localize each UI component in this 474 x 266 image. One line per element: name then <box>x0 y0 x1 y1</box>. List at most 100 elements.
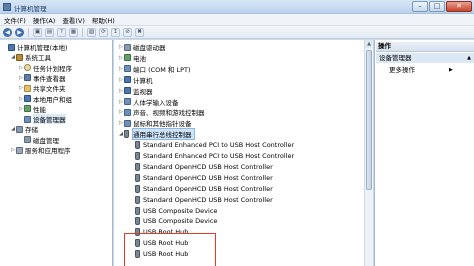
tree-item-label: 本地用户和组 <box>33 95 72 104</box>
more-actions-label: 更多操作 <box>389 66 415 74</box>
nav-tree-item[interactable]: ▷ 事件查看器 <box>18 73 66 83</box>
usb-icon <box>135 152 140 160</box>
properties-icon[interactable]: ▧ <box>87 27 96 37</box>
more-actions-item[interactable]: 更多操作 ▶ <box>389 65 453 75</box>
tree-item-label: Standard OpenHCD USB Host Controller <box>143 173 273 182</box>
tree-item-label: 服务和应用程序 <box>25 147 71 155</box>
tree-item-label: Standard Enhanced PCI to USB Host Contro… <box>143 152 295 160</box>
device-tree-item[interactable]: ▷ 计算机 <box>118 75 153 85</box>
nav-tree-item[interactable]: ▷ 性能 <box>18 104 46 114</box>
menu-view[interactable]: 查看(V) <box>62 15 85 25</box>
device-tree-item[interactable]: Standard OpenHCD USB Host Controller <box>129 195 273 205</box>
tree-item-label: Standard OpenHCD USB Host Controller <box>143 184 273 193</box>
perf-icon <box>124 54 131 62</box>
device-tree-item[interactable]: USB Root Hub <box>129 227 188 237</box>
device-tree-item[interactable]: USB Composite Device <box>129 216 217 226</box>
menu-action[interactable]: 操作(A) <box>33 15 56 25</box>
device-tree-item[interactable]: ▷ 鼠标和其他指针设备 <box>118 118 192 128</box>
tree-item-label: USB Composite Device <box>143 217 218 226</box>
disk-icon <box>124 43 131 51</box>
tree-item-label: 鼠标和其他指针设备 <box>133 120 192 129</box>
device-tree-item[interactable]: ▷ 声音、视频和游戏控制器 <box>118 107 205 117</box>
nav-tree-item[interactable]: ▷ 任务计划程序 <box>18 63 72 73</box>
disable-device-icon[interactable]: ⊘ <box>123 27 132 37</box>
tree-item-label: 设备管理器 <box>33 114 66 125</box>
tree-item-label: 监视器 <box>133 87 153 96</box>
nav-tree-item[interactable]: ▷ 本地用户和组 <box>18 94 72 104</box>
show-hide-tree-icon[interactable]: ▤ <box>45 27 54 37</box>
maximize-button[interactable]: □ <box>429 1 445 12</box>
dev-icon <box>124 65 131 73</box>
menu-file[interactable]: 文件(F) <box>4 15 26 25</box>
device-tree-item[interactable]: USB Root Hub <box>129 249 188 259</box>
uninstall-device-icon[interactable]: ✖ <box>135 27 144 37</box>
nav-tree-item[interactable]: ◢ 存储 <box>10 124 38 134</box>
device-tree-item[interactable]: Standard OpenHCD USB Host Controller <box>129 184 273 194</box>
nav-tree-item[interactable]: ▷ 共享文件夹 <box>18 83 66 93</box>
up-folder-icon[interactable]: ▣ <box>33 27 42 37</box>
tree-item-label: USB Root Hub <box>143 228 189 237</box>
tree-item-label: Standard OpenHCD USB Host Controller <box>143 195 273 204</box>
forward-arrow-icon[interactable]: ▶ <box>15 27 24 37</box>
usb-icon <box>135 206 140 215</box>
nav-tree-item[interactable]: ▷ 服务和应用程序 <box>10 145 71 155</box>
toolbar-separator <box>28 27 29 37</box>
folder-icon <box>24 84 31 92</box>
tree-item-label: 磁盘管理 <box>33 136 59 145</box>
actions-header: 操作 <box>376 42 474 52</box>
device-tree-item[interactable]: Standard Enhanced PCI to USB Host Contro… <box>129 151 294 161</box>
usb-icon <box>135 173 140 182</box>
actions-section-device-manager[interactable]: 设备管理器 ▲ <box>376 53 474 63</box>
tree-item-label: 端口 (COM 和 LPT) <box>133 65 191 74</box>
app-icon <box>3 3 11 11</box>
usb-icon <box>135 162 140 171</box>
scroll-up-icon[interactable]: ▲ <box>365 40 373 48</box>
tree-item-label: 磁盘驱动器 <box>133 44 166 52</box>
nav-tree-item[interactable]: ◢ 系统工具 <box>10 52 51 62</box>
pc-icon <box>8 43 15 51</box>
menu-help[interactable]: 帮助(H) <box>92 15 115 25</box>
dev-icon <box>124 119 131 127</box>
usb-icon <box>135 239 140 248</box>
dev-icon <box>24 115 31 123</box>
console-icon[interactable]: ▦ <box>69 27 78 37</box>
update-driver-icon[interactable]: ↥ <box>111 27 120 37</box>
tree-item-label: 任务计划程序 <box>33 64 72 73</box>
device-tree-item[interactable]: Standard Enhanced PCI to USB Host Contro… <box>129 140 294 150</box>
tree-item-label: 计算机 <box>133 76 153 85</box>
tree-item-label: USB Root Hub <box>143 239 189 248</box>
device-tree-item[interactable]: ▷ 端口 (COM 和 LPT) <box>118 64 191 74</box>
nav-tree-item[interactable]: 设备管理器 <box>18 114 66 125</box>
nav-tree-item[interactable]: 计算机管理(本地) <box>2 42 68 52</box>
clock-icon <box>24 64 31 72</box>
scan-hardware-icon[interactable]: ⟳ <box>99 27 108 37</box>
device-tree-item[interactable]: ▷ 人体学输入设备 <box>118 97 179 107</box>
device-tree-item[interactable]: Standard OpenHCD USB Host Controller <box>129 162 273 172</box>
device-tree-item[interactable]: ▷ 监视器 <box>118 86 153 96</box>
scrollbar-thumb[interactable] <box>366 50 372 190</box>
menu-bar: 文件(F) 操作(A) 查看(V) 帮助(H) <box>0 14 474 26</box>
nav-tree-item[interactable]: 磁盘管理 <box>18 135 59 145</box>
title-bar: 计算机管理 – □ ✕ <box>0 0 474 14</box>
toolbar-separator <box>82 27 83 37</box>
tree-item-label: 计算机管理(本地) <box>17 44 68 52</box>
device-tree-item[interactable]: Standard OpenHCD USB Host Controller <box>129 173 273 183</box>
back-arrow-icon[interactable]: ◀ <box>3 27 12 37</box>
collapse-up-icon[interactable]: ▲ <box>467 53 471 63</box>
close-button[interactable]: ✕ <box>446 1 472 12</box>
usb-icon <box>124 130 129 139</box>
navigation-tree-pane: 计算机管理(本地) ◢ 系统工具 ▷ 任务计划程序 ▷ 事件查看器 ▷ 共享文件夹 ▷ 本地用户和组… <box>0 40 113 266</box>
device-tree-item[interactable]: USB Root Hub <box>129 238 188 248</box>
device-tree-item[interactable]: ◢ 通用串行总线控制器 <box>118 128 195 141</box>
disk-icon <box>16 125 23 133</box>
minimize-button[interactable]: – <box>412 1 428 12</box>
device-tree-item[interactable]: ▷ 电池 <box>118 53 146 63</box>
toolbar: ◀ ▶ ▣ ▤ ? ▦ ▧ ⟳ ↥ ⊘ ✖ <box>0 26 474 39</box>
device-tree-item[interactable]: USB Composite Device <box>129 206 217 216</box>
tree-item-label: 电池 <box>133 54 146 63</box>
help-icon[interactable]: ? <box>57 27 66 37</box>
perf-icon <box>24 105 31 113</box>
device-tree-scrollbar[interactable]: ▲ <box>364 40 373 266</box>
device-tree-item[interactable]: ▷ 磁盘驱动器 <box>118 42 166 52</box>
tree-item-label: 存储 <box>25 126 38 135</box>
